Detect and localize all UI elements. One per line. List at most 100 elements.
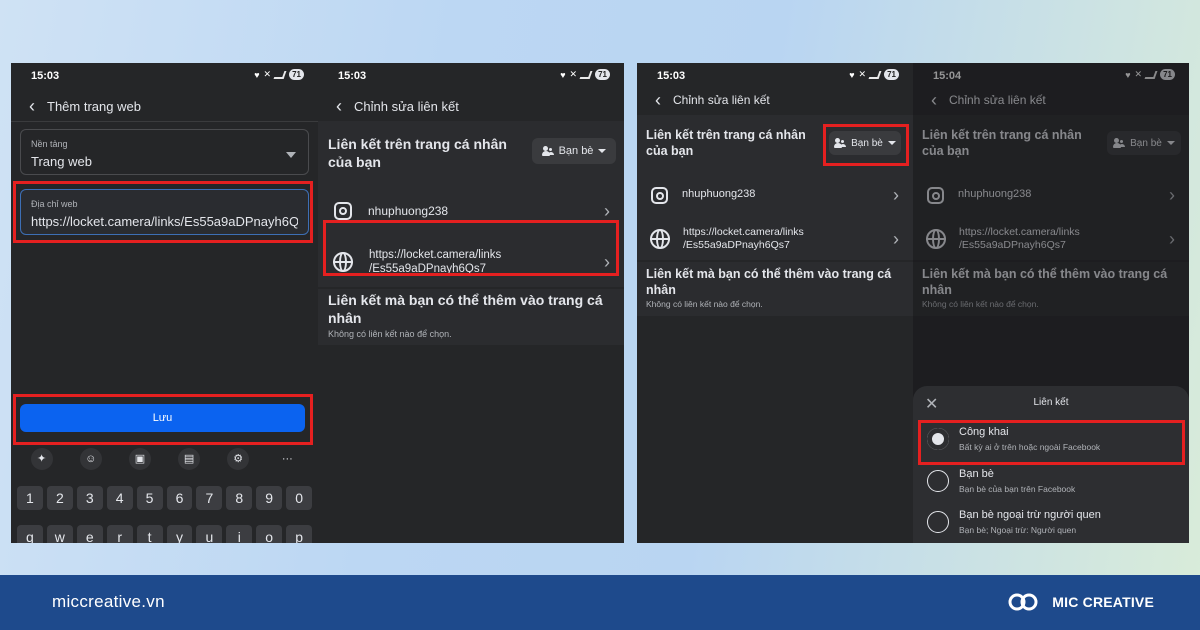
emoji-icon[interactable]: ☺ — [79, 448, 102, 470]
website-link-line1: https://locket.camera/links — [683, 225, 804, 238]
keyboard-toolbar: ✦ ☺ ▣ ▤ ⚙ ··· — [11, 446, 318, 472]
page-title: Chỉnh sửa liên kết — [354, 98, 459, 114]
brand-name: MIC CREATIVE — [1052, 594, 1154, 610]
section2-subtitle: Không có liên kết nào để chọn. — [646, 299, 763, 309]
key[interactable]: e — [76, 525, 103, 543]
chevron-down-icon — [286, 152, 296, 158]
status-bar: 15:03 ♥ ✕ 71 — [637, 68, 913, 84]
key[interactable]: p — [286, 525, 313, 543]
key[interactable]: 7 — [196, 486, 223, 510]
option-subtitle: Bạn bè của bạn trên Facebook — [959, 484, 1076, 494]
key[interactable]: o — [256, 525, 283, 543]
instagram-handle: nhuphuong238 — [682, 188, 756, 201]
mute-icon: ✕ — [858, 69, 867, 79]
back-arrow-icon[interactable]: ‹ — [17, 96, 47, 117]
battery-indicator: 71 — [884, 69, 899, 80]
key[interactable]: 5 — [136, 486, 163, 510]
heart-icon: ♥ — [560, 69, 566, 80]
section-title: Liên kết trên trang cá nhân của bạn — [646, 128, 806, 159]
option-friends[interactable]: Bạn bè Bạn bè của bạn trên Facebook — [923, 464, 1179, 502]
status-bar: 15:03 ♥ ✕ 71 — [11, 68, 318, 84]
platform-select[interactable]: Nền tảng Trang web — [20, 129, 309, 175]
sparkle-icon[interactable]: ✦ — [30, 448, 53, 470]
keyboard-letter-row: q w e r t y u i o p — [17, 525, 313, 543]
sticker-icon[interactable]: ▣ — [128, 448, 151, 470]
key[interactable]: r — [106, 525, 133, 543]
keyboard-number-row: 1 2 3 4 5 6 7 8 9 0 — [17, 486, 313, 510]
key[interactable]: 1 — [17, 486, 43, 510]
status-bar: 15:03 ♥ ✕ 71 — [318, 68, 624, 84]
key[interactable]: i — [226, 525, 253, 543]
back-arrow-icon[interactable]: ‹ — [324, 96, 354, 117]
globe-icon — [650, 229, 670, 249]
footer-banner: miccreative.vn MIC CREATIVE — [0, 575, 1200, 630]
signal-icon — [868, 70, 882, 79]
option-title: Bạn bè — [959, 468, 994, 480]
page-title: Chỉnh sửa liên kết — [673, 93, 770, 107]
more-icon[interactable]: ··· — [276, 448, 298, 470]
link-row-website[interactable]: https://locket.camera/links /Es55a9aDPna… — [637, 219, 913, 259]
section2-title: Liên kết mà bạn có thể thêm vào trang cá… — [646, 267, 892, 298]
edit-links-screen: 15:03 ♥ ✕ 71 ‹ Chỉnh sửa liên kết Liên k… — [637, 63, 913, 543]
add-website-screen: 15:03 ♥ ✕ 71 ‹ Thêm trang web Nền tảng T… — [11, 63, 318, 543]
key[interactable]: 8 — [226, 486, 253, 510]
instagram-icon — [334, 202, 352, 220]
key[interactable]: t — [136, 525, 163, 543]
key[interactable]: 6 — [166, 486, 193, 510]
gear-icon[interactable]: ⚙ — [227, 448, 250, 470]
instagram-handle: nhuphuong238 — [368, 203, 449, 218]
audience-button[interactable]: Bạn bè — [532, 138, 616, 164]
website-link-line2: /Es55a9aDPnayh6Qs7 — [683, 239, 790, 251]
key[interactable]: 2 — [46, 486, 73, 510]
key[interactable]: q — [17, 525, 43, 543]
friends-icon — [927, 470, 949, 492]
status-time: 15:03 — [31, 70, 60, 82]
key[interactable]: 0 — [286, 486, 313, 510]
heart-icon: ♥ — [254, 69, 260, 80]
clipboard-icon[interactable]: ▤ — [178, 448, 201, 470]
key[interactable]: u — [196, 525, 223, 543]
section-title: Liên kết trên trang cá nhân của bạn — [328, 136, 507, 171]
addable-links-section: Liên kết mà bạn có thể thêm vào trang cá… — [637, 262, 913, 316]
app-bar: ‹ Thêm trang web — [11, 91, 318, 121]
status-time: 15:03 — [657, 70, 686, 82]
battery-indicator: 71 — [595, 69, 610, 80]
caret-down-icon — [598, 149, 607, 153]
highlight-box — [918, 420, 1185, 465]
section2-subtitle: Không có liên kết nào để chọn. — [328, 329, 452, 339]
key[interactable]: 9 — [256, 486, 283, 510]
key[interactable]: 3 — [76, 486, 103, 510]
app-bar: ‹ Chỉnh sửa liên kết — [637, 85, 913, 115]
platform-value: Trang web — [31, 154, 92, 169]
battery-indicator: 71 — [289, 69, 304, 80]
audience-picker-screen: 15:04 ♥ ✕ 71 ‹ Chỉnh sửa liên kết Liên k… — [913, 63, 1189, 543]
signal-icon — [273, 70, 287, 79]
page-title: Thêm trang web — [47, 98, 141, 114]
highlight-box — [823, 124, 909, 166]
chevron-right-icon: › — [604, 200, 610, 221]
key[interactable]: 4 — [106, 486, 133, 510]
section2-title: Liên kết mà bạn có thể thêm vào trang cá… — [328, 292, 603, 327]
back-arrow-icon[interactable]: ‹ — [643, 90, 673, 111]
audience-label: Bạn bè — [558, 145, 594, 157]
option-friends-except[interactable]: Bạn bè ngoại trừ người quen Bạn bè; Ngoạ… — [923, 505, 1179, 543]
site-url[interactable]: miccreative.vn — [52, 592, 165, 612]
platform-label: Nền tảng — [31, 139, 68, 149]
app-bar: ‹ Chỉnh sửa liên kết — [318, 91, 624, 121]
instagram-icon — [651, 186, 668, 204]
mute-icon: ✕ — [263, 69, 272, 79]
key[interactable]: y — [166, 525, 193, 543]
signal-icon — [579, 70, 593, 79]
highlight-box — [13, 181, 313, 243]
divider — [11, 121, 318, 122]
key[interactable]: w — [46, 525, 73, 543]
mute-icon: ✕ — [569, 69, 578, 79]
brand-logo-icon — [1008, 593, 1038, 611]
highlight-box — [13, 394, 313, 445]
chevron-right-icon: › — [893, 184, 899, 205]
status-time: 15:03 — [338, 70, 367, 82]
link-row-instagram[interactable]: nhuphuong238 › — [637, 177, 913, 213]
sheet-title: Liên kết — [1033, 397, 1069, 408]
heart-icon: ♥ — [849, 69, 855, 80]
addable-links-section: Liên kết mà bạn có thể thêm vào trang cá… — [318, 289, 624, 345]
